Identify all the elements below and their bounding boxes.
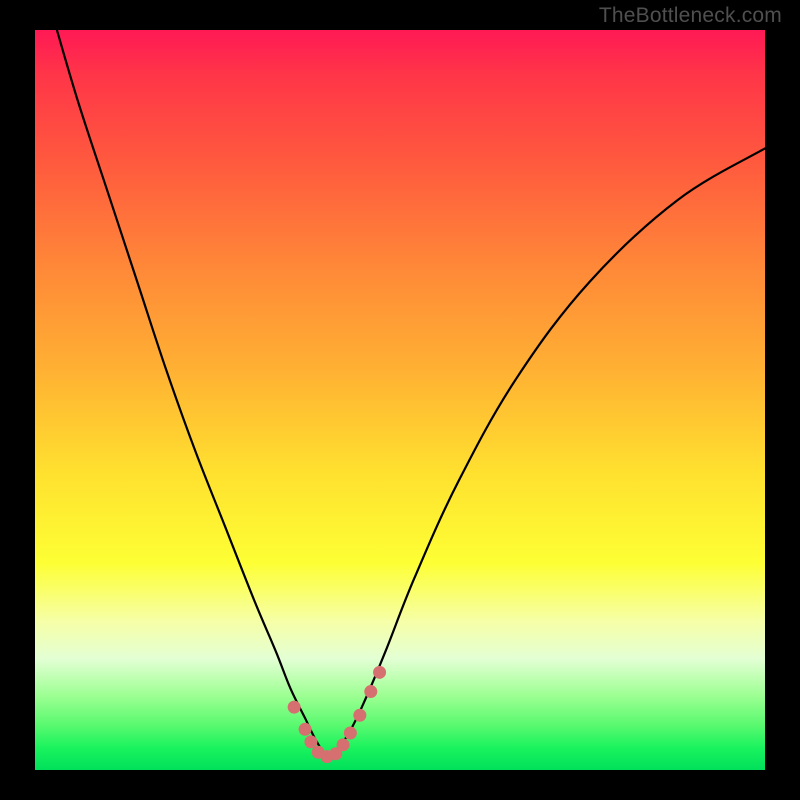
marker-dot [353, 709, 366, 722]
chart-frame: TheBottleneck.com [0, 0, 800, 800]
watermark-text: TheBottleneck.com [599, 4, 782, 28]
curve-path [57, 30, 765, 755]
marker-dot [288, 701, 301, 714]
plot-area [35, 30, 765, 770]
plot-svg [35, 30, 765, 770]
marker-dot [364, 685, 377, 698]
marker-dot [373, 666, 386, 679]
marker-dot [299, 723, 312, 736]
marker-dot [337, 738, 350, 751]
series-curve [57, 30, 765, 755]
marker-dot [344, 727, 357, 740]
